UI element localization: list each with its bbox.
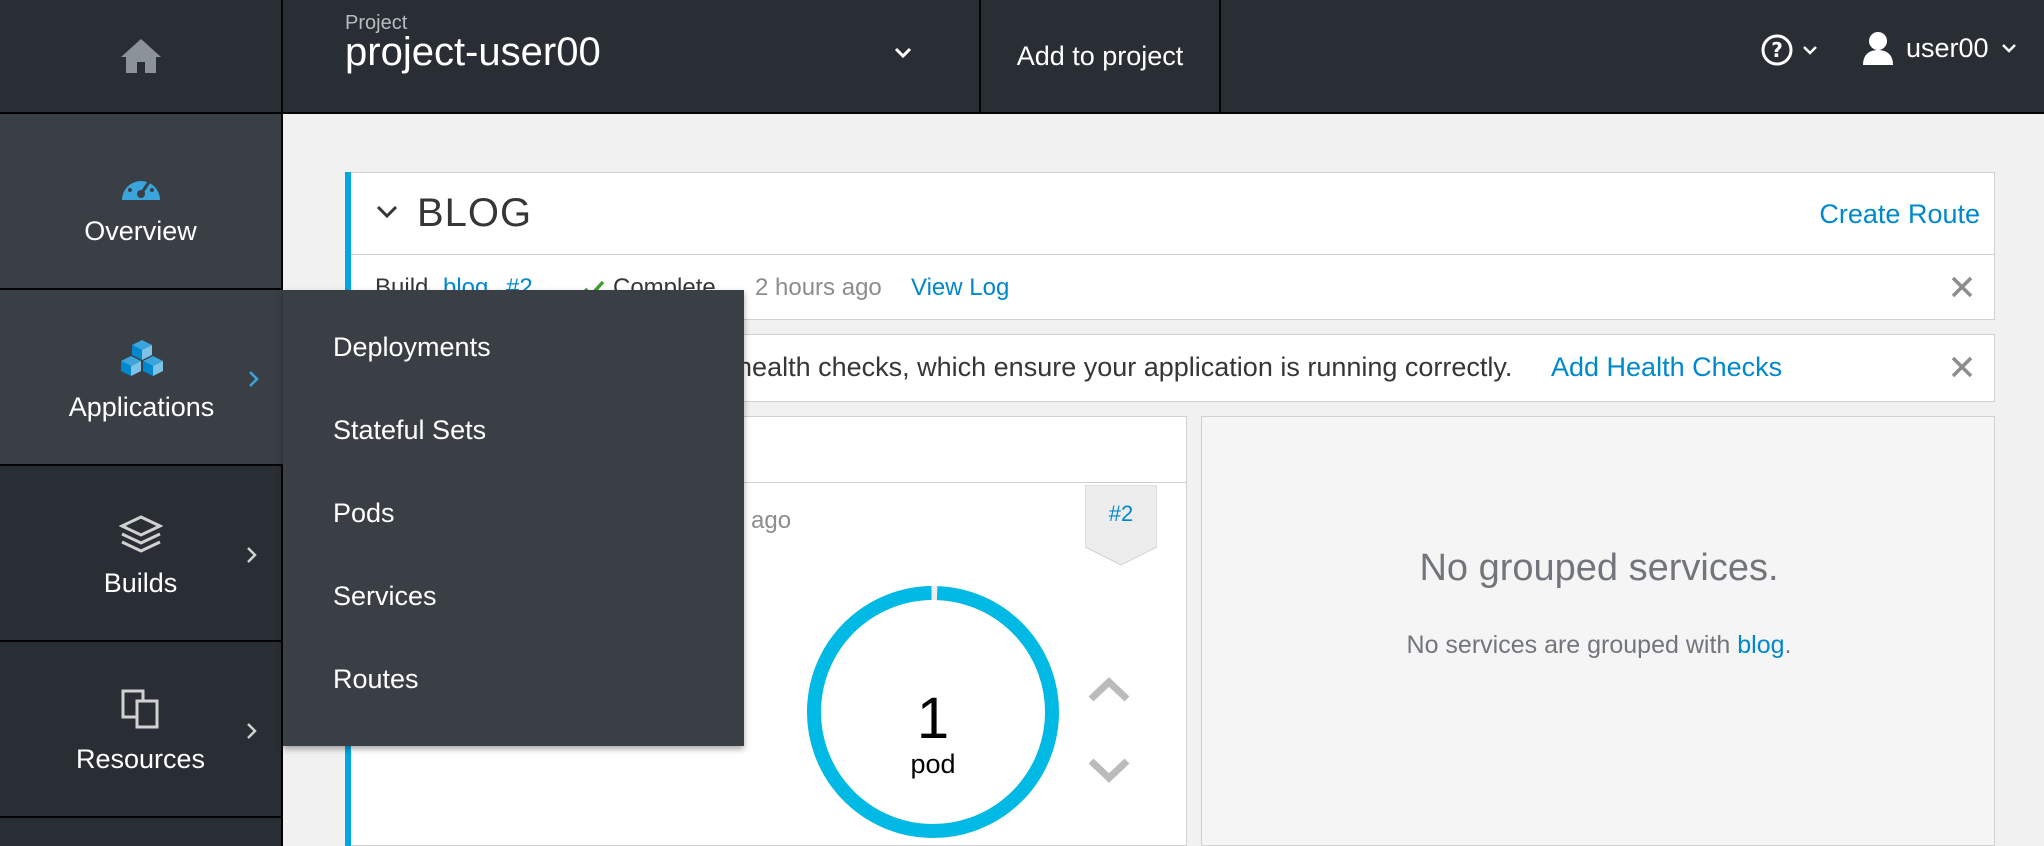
project-selector[interactable]: Project project-user00 bbox=[283, 0, 981, 112]
user-icon bbox=[1863, 32, 1893, 65]
menu-item-pods[interactable]: Pods bbox=[333, 498, 395, 529]
grouped-services-text: No services are grouped with bbox=[1406, 631, 1738, 659]
grouped-services-message: No services are grouped with blog. bbox=[1202, 631, 1996, 660]
add-health-checks-link[interactable]: Add Health Checks bbox=[1551, 352, 1782, 383]
build-time: 2 hours ago bbox=[755, 274, 882, 301]
menu-item-services[interactable]: Services bbox=[333, 581, 437, 612]
menu-item-stateful-sets[interactable]: Stateful Sets bbox=[333, 415, 486, 446]
grouped-services-title: No grouped services. bbox=[1419, 547, 1779, 589]
username: user00 bbox=[1906, 32, 1989, 63]
chevron-right-icon bbox=[249, 371, 259, 387]
scale-up-icon[interactable] bbox=[1085, 675, 1133, 705]
close-icon[interactable] bbox=[1950, 275, 1974, 299]
chevron-down-icon bbox=[894, 47, 912, 59]
user-menu[interactable]: user00 bbox=[1862, 30, 2017, 66]
home-icon bbox=[120, 39, 161, 73]
sidebar-item-resources[interactable]: Resources bbox=[0, 642, 281, 818]
close-icon[interactable] bbox=[1950, 355, 1974, 379]
sidebar-item-more[interactable] bbox=[0, 818, 281, 846]
help-menu[interactable]: ? bbox=[1760, 33, 1818, 67]
deployment-version-link[interactable]: #2 bbox=[1085, 501, 1157, 527]
health-message: out health checks, which ensure your app… bbox=[692, 352, 1513, 382]
cubes-icon bbox=[120, 339, 163, 376]
dashboard-icon bbox=[121, 173, 160, 200]
layers-icon bbox=[118, 514, 163, 553]
applications-flyout-menu: Deployments Stateful Sets Pods Services … bbox=[283, 290, 744, 746]
project-name: project-user00 bbox=[345, 30, 601, 74]
blog-link[interactable]: blog bbox=[1737, 631, 1784, 659]
sidebar-item-label: Applications bbox=[68, 391, 215, 422]
sidebar-item-label: Overview bbox=[84, 215, 197, 246]
grouped-services-suffix: . bbox=[1784, 631, 1792, 659]
sidebar-item-label: Builds bbox=[103, 567, 178, 598]
top-navbar: Project project-user00 Add to project ? … bbox=[0, 0, 2044, 114]
copy-icon bbox=[121, 689, 158, 728]
sidebar-item-label: Resources bbox=[75, 743, 206, 774]
sidebar-item-overview[interactable]: Overview bbox=[0, 114, 281, 290]
sidebar-item-applications[interactable]: Applications bbox=[0, 290, 283, 466]
sidebar-item-builds[interactable]: Builds bbox=[0, 466, 281, 642]
home-button[interactable] bbox=[0, 0, 283, 112]
menu-item-routes[interactable]: Routes bbox=[333, 664, 419, 695]
deployment-time: ago bbox=[751, 507, 792, 534]
pod-label: pod bbox=[910, 749, 956, 779]
chevron-down-icon bbox=[1803, 46, 1817, 55]
chevron-right-icon bbox=[247, 723, 257, 739]
app-title: BLOG bbox=[417, 191, 533, 235]
question-circle-icon: ? bbox=[1761, 34, 1793, 66]
chevron-down-icon bbox=[2001, 44, 2016, 53]
pod-count: 1 bbox=[916, 686, 950, 751]
chevron-down-icon[interactable] bbox=[375, 203, 399, 221]
grouped-services-card: No grouped services. No services are gro… bbox=[1201, 416, 1995, 846]
menu-item-deployments[interactable]: Deployments bbox=[333, 332, 491, 363]
scale-down-icon[interactable] bbox=[1085, 755, 1133, 785]
view-log-link[interactable]: View Log bbox=[911, 274, 1009, 302]
sidebar: Overview Builds Resources bbox=[0, 114, 283, 846]
chevron-right-icon bbox=[247, 547, 257, 563]
create-route-link[interactable]: Create Route bbox=[1819, 199, 1980, 230]
add-to-project-button[interactable]: Add to project bbox=[981, 0, 1221, 112]
svg-text:?: ? bbox=[1771, 38, 1783, 62]
app-header: BLOG Create Route bbox=[351, 172, 1995, 255]
